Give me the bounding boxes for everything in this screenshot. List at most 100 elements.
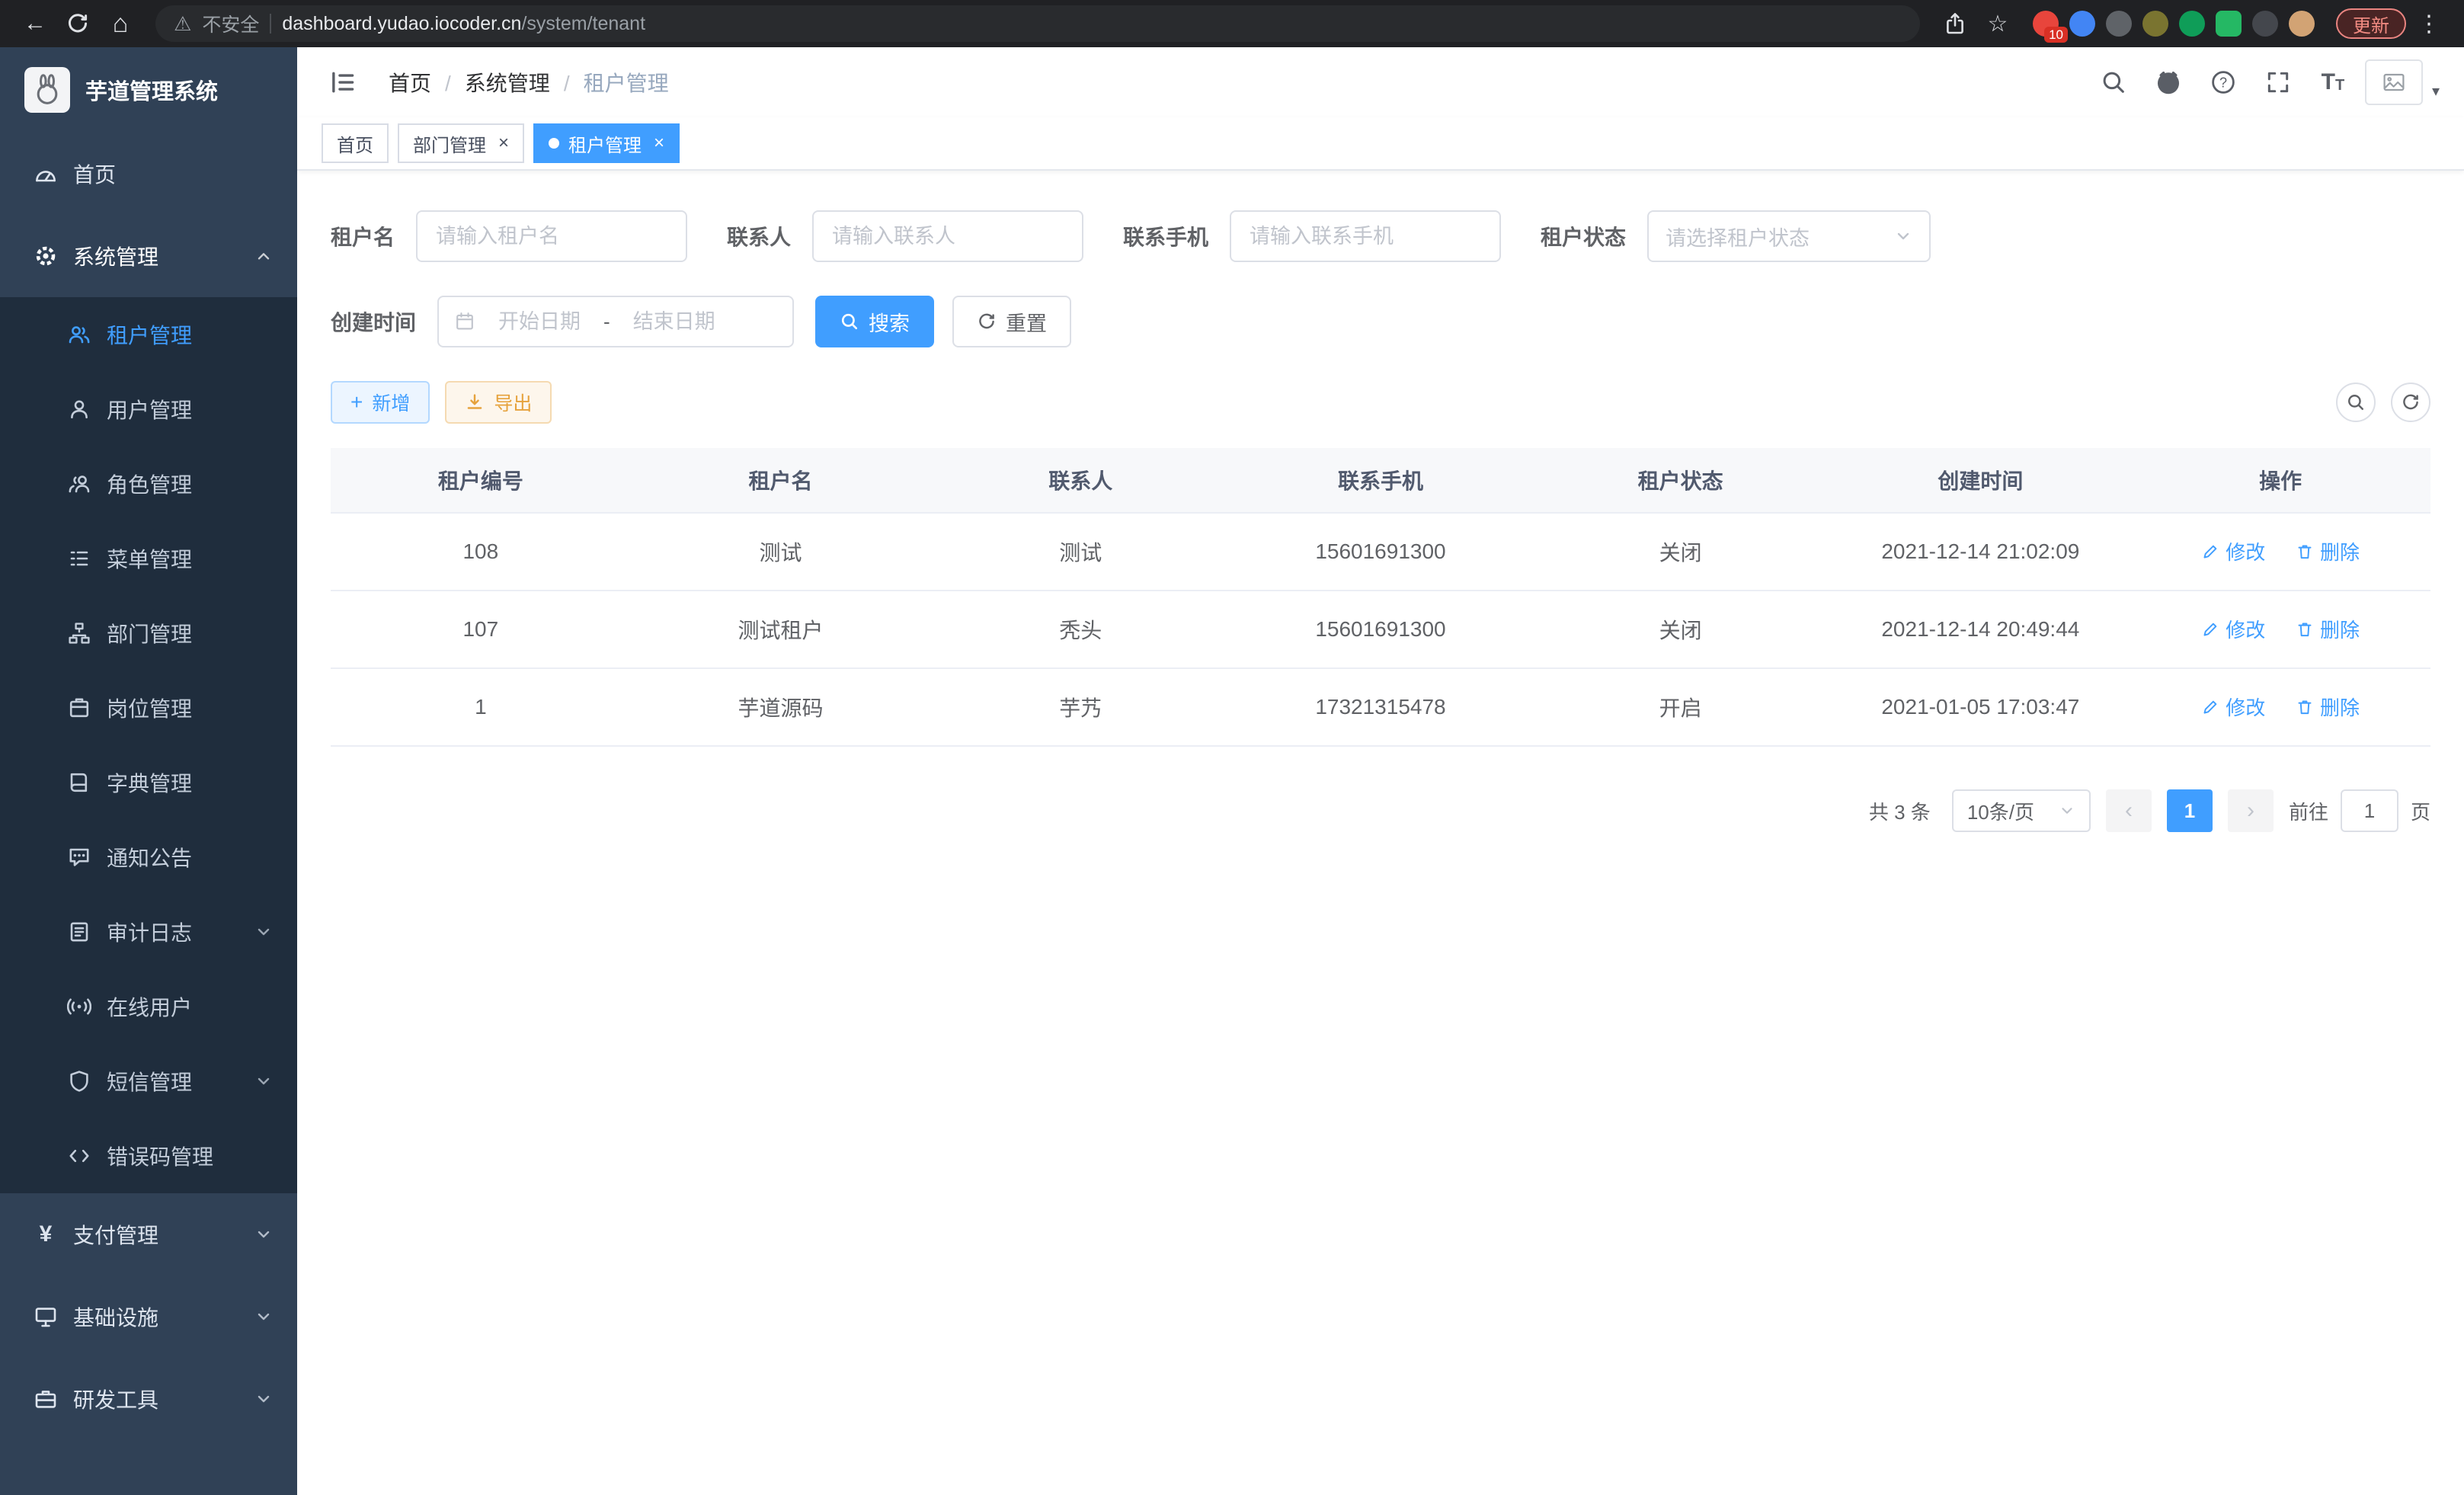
- help-button[interactable]: ?: [2200, 59, 2246, 105]
- close-tab-icon[interactable]: ×: [654, 134, 664, 152]
- page-size-select[interactable]: 10条/页: [1952, 789, 2091, 832]
- edit-link[interactable]: 修改: [2201, 537, 2265, 565]
- cell-created: 2021-12-14 20:49:44: [1831, 591, 2131, 668]
- search-button[interactable]: 搜索: [815, 296, 934, 347]
- trash-icon: [2296, 698, 2314, 716]
- browser-back-button[interactable]: [15, 4, 55, 43]
- font-size-button[interactable]: [2310, 59, 2356, 105]
- sidebar-item-infrastructure[interactable]: 基础设施: [0, 1276, 297, 1358]
- sidebar-item-tenant[interactable]: 租户管理: [0, 297, 297, 372]
- reset-button[interactable]: 重置: [952, 296, 1071, 347]
- shield-icon: [67, 1069, 91, 1093]
- sidebar-item-error-code[interactable]: 错误码管理: [0, 1119, 297, 1193]
- delete-link[interactable]: 删除: [2296, 615, 2360, 643]
- export-button[interactable]: 导出: [445, 381, 552, 424]
- browser-menu-button[interactable]: [2409, 4, 2449, 43]
- goto-page-input[interactable]: [2341, 789, 2398, 832]
- collapse-sidebar-button[interactable]: [322, 61, 364, 104]
- field-status: 租户状态 请选择租户状态: [1541, 210, 1931, 262]
- close-tab-icon[interactable]: ×: [498, 134, 509, 152]
- sidebar-item-menu[interactable]: 菜单管理: [0, 521, 297, 596]
- breadcrumb-system[interactable]: 系统管理: [465, 67, 584, 98]
- edit-icon: [2201, 543, 2219, 561]
- avatar-dropdown-caret[interactable]: [2432, 82, 2440, 101]
- security-label: 不安全: [202, 10, 259, 37]
- extension-icon-5[interactable]: [2179, 11, 2205, 37]
- sidebar-item-sms[interactable]: 短信管理: [0, 1044, 297, 1119]
- active-tab-dot: [549, 138, 559, 149]
- edit-link[interactable]: 修改: [2201, 615, 2265, 643]
- sidebar-menu: 首页 系统管理 租户管理 用户管理: [0, 133, 297, 1440]
- refresh-table-button[interactable]: [2391, 383, 2430, 422]
- tab-tenant[interactable]: 租户管理 ×: [533, 123, 680, 163]
- sidebar-item-home[interactable]: 首页: [0, 133, 297, 215]
- header-search-button[interactable]: [2091, 59, 2136, 105]
- tab-label: 租户管理: [568, 130, 642, 157]
- sidebar-item-online-users[interactable]: 在线用户: [0, 969, 297, 1044]
- sidebar-item-audit-log[interactable]: 审计日志: [0, 895, 297, 969]
- sidebar-item-post[interactable]: 岗位管理: [0, 671, 297, 745]
- extension-icon-1[interactable]: 10: [2033, 11, 2059, 37]
- date-end-input[interactable]: [619, 310, 729, 334]
- browser-home-button[interactable]: [101, 4, 140, 43]
- toggle-search-button[interactable]: [2336, 383, 2376, 422]
- search-icon: [840, 312, 859, 331]
- cell-status: 关闭: [1531, 591, 1831, 668]
- breadcrumb-home[interactable]: 首页: [389, 67, 465, 98]
- tab-dept[interactable]: 部门管理 ×: [398, 123, 524, 163]
- extension-icon-2[interactable]: [2069, 11, 2095, 37]
- profile-avatar[interactable]: [2289, 11, 2315, 37]
- browser-window: 不安全 dashboard.yudao.iocoder.cn/system/te…: [0, 0, 2464, 1495]
- date-start-input[interactable]: [485, 310, 594, 334]
- prev-page-button[interactable]: ‹: [2106, 789, 2152, 832]
- address-bar[interactable]: 不安全 dashboard.yudao.iocoder.cn/system/te…: [155, 5, 1920, 42]
- col-actions: 操作: [2130, 448, 2430, 513]
- tab-home[interactable]: 首页: [322, 123, 389, 163]
- col-phone: 联系手机: [1230, 448, 1531, 513]
- contact-label: 联系人: [727, 221, 791, 251]
- bookmark-star-button[interactable]: [1978, 4, 2018, 43]
- tenant-name-input[interactable]: [416, 210, 687, 262]
- contact-input[interactable]: [812, 210, 1083, 262]
- col-tenant-name: 租户名: [631, 448, 931, 513]
- sidebar-item-notice[interactable]: 通知公告: [0, 820, 297, 895]
- mobile-label: 联系手机: [1123, 221, 1208, 251]
- next-page-button[interactable]: ›: [2228, 789, 2274, 832]
- add-button-label: 新增: [372, 389, 410, 416]
- extension-icon-3[interactable]: [2106, 11, 2132, 37]
- navbar-actions: ?: [2091, 59, 2440, 105]
- sidebar-item-label: 岗位管理: [107, 693, 192, 723]
- share-button[interactable]: [1935, 4, 1975, 43]
- puzzle-extensions-icon[interactable]: [2252, 11, 2278, 37]
- browser-reload-button[interactable]: [58, 4, 98, 43]
- refresh-icon: [977, 312, 997, 331]
- status-select[interactable]: 请选择租户状态: [1647, 210, 1931, 262]
- chevron-down-icon: [1894, 227, 1912, 245]
- share-icon: [1943, 11, 1967, 36]
- page-number-button[interactable]: 1: [2167, 789, 2213, 832]
- sidebar-item-label: 租户管理: [107, 319, 192, 350]
- col-status: 租户状态: [1531, 448, 1831, 513]
- extension-icon-4[interactable]: [2142, 11, 2168, 37]
- cell-tenant-id: 107: [331, 591, 631, 668]
- sidebar-item-dict[interactable]: 字典管理: [0, 745, 297, 820]
- github-link-button[interactable]: [2146, 59, 2191, 105]
- edit-link[interactable]: 修改: [2201, 693, 2265, 721]
- cell-phone: 15601691300: [1230, 513, 1531, 591]
- table-row: 107 测试租户 秃头 15601691300 关闭 2021-12-14 20…: [331, 591, 2430, 668]
- fullscreen-button[interactable]: [2255, 59, 2301, 105]
- delete-link[interactable]: 删除: [2296, 693, 2360, 721]
- sidebar-item-user[interactable]: 用户管理: [0, 372, 297, 447]
- date-range-picker[interactable]: -: [437, 296, 794, 347]
- sidebar-item-role[interactable]: 角色管理: [0, 447, 297, 521]
- extension-icon-6[interactable]: [2216, 11, 2242, 37]
- delete-link[interactable]: 删除: [2296, 537, 2360, 565]
- sidebar-item-payment[interactable]: ¥ 支付管理: [0, 1193, 297, 1276]
- sidebar-item-dept[interactable]: 部门管理: [0, 596, 297, 671]
- browser-update-button[interactable]: 更新: [2336, 8, 2406, 39]
- user-avatar[interactable]: [2365, 59, 2423, 105]
- sidebar-item-dev-tools[interactable]: 研发工具: [0, 1358, 297, 1440]
- mobile-input[interactable]: [1230, 210, 1501, 262]
- sidebar-item-system[interactable]: 系统管理: [0, 215, 297, 297]
- add-button[interactable]: + 新增: [331, 381, 430, 424]
